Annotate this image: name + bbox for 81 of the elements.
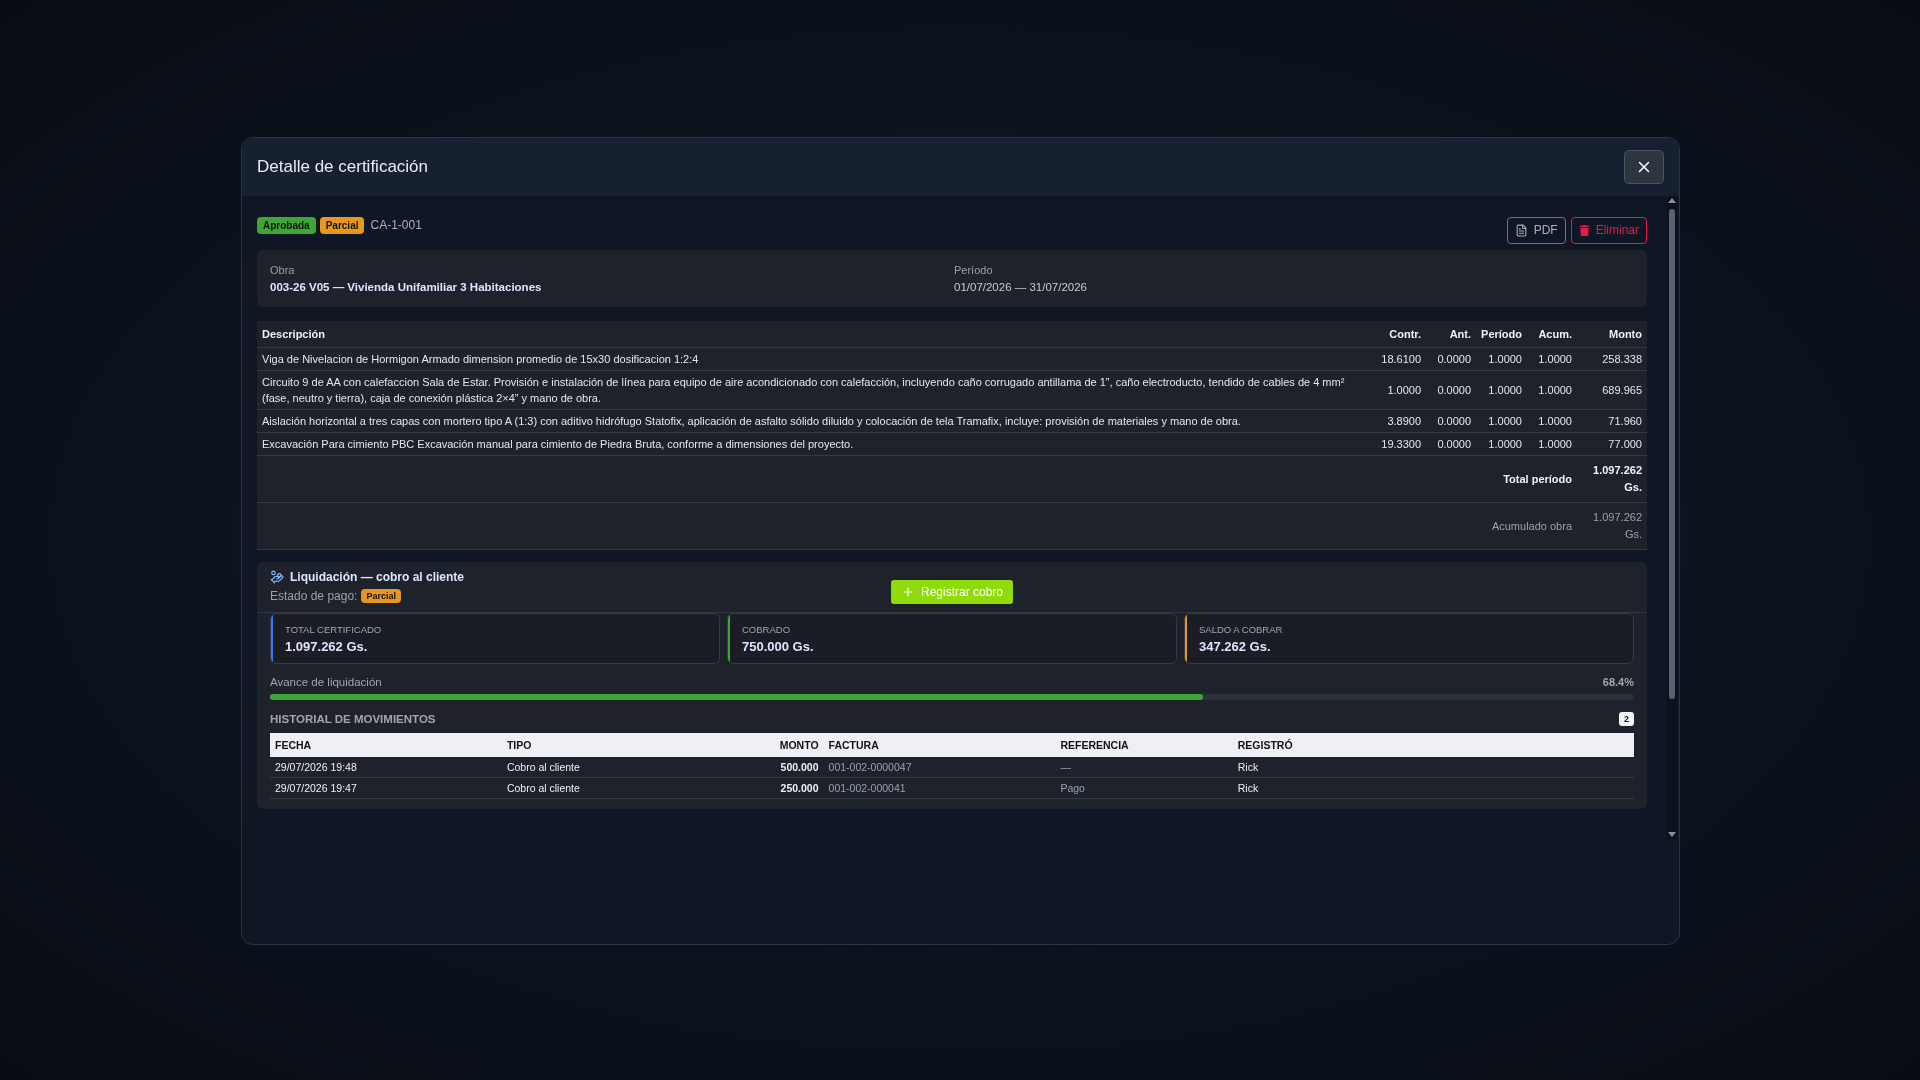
column-header: TIPO [501,733,775,757]
column-header: REGISTRÓ [1232,733,1634,757]
table-cell: 1.0000 [1476,409,1527,433]
table-cell: 1.0000 [1376,370,1427,410]
summary-value: 347.262 Gs. [1199,639,1272,654]
hand-coin-icon [270,569,284,584]
table-cell: 1.0000 [1476,347,1527,371]
table-cell: 0.0000 [1426,347,1477,371]
column-header: Ant. [1426,321,1477,348]
info-value: 003-26 V05 — Vivienda Unifamiliar 3 Habitaciones [270,281,543,293]
summary-label: COBRADO [742,624,792,635]
table-cell: 18.6100 [1376,347,1427,371]
table-cell: Viga de Nivelacion de Hormigon Armado dimension promedio de 15x30 dosificacion 1:2:4 [257,347,1377,371]
table-cell: 1.0000 [1527,409,1577,433]
table-cell: 29/07/2026 19:48 [270,757,502,778]
table-cell: 1.0000 [1527,370,1577,410]
table-cell: Excavación Para cimiento PBC Excavación manual para cimiento de Piedra Bruta, conforme a dimensiones del proyecto. [257,432,1377,456]
total-label: Acumulado obra [257,502,1577,550]
column-header: Acum. [1527,321,1577,348]
table-cell: 0.0000 [1426,432,1477,456]
table-cell: 0.0000 [1426,409,1477,433]
status-badge: Aprobada [257,216,316,234]
info-label: Obra [270,264,296,276]
table-cell: Rick [1232,757,1634,778]
table-cell: 1.0000 [1476,432,1527,456]
table-cell: 689.965 [1577,370,1647,410]
section-title: Liquidación — cobro al cliente [290,569,465,584]
summary-value: 750.000 Gs. [742,639,814,654]
scrollbar[interactable] [1667,196,1677,839]
summary-label: SALDO A COBRAR [1199,624,1283,635]
info-label: Período [954,264,994,276]
column-header: Período [1476,321,1527,348]
table-cell: 71.960 [1577,409,1647,433]
trash-icon [1578,224,1590,236]
certification-code: CA-1-001 [370,218,422,232]
table-cell: Circuito 9 de AA con calefaccion Sala de Estar. Provisión e instalación de línea para equipo de aire acondicionado con calefacción, incluyendo caño corrugado antillama de 1”, caño electroducto, tendido de cables de 4 mm² (fase, neutro y tierra), caja de conexión plástica 2×4” y mano de obra. [257,370,1377,410]
table-cell: 19.3300 [1376,432,1427,456]
table-cell: Pago [1055,777,1233,799]
pdf-button[interactable]: PDF [1506,216,1566,244]
table-cell: 001-002-000041 [823,777,1056,799]
close-button[interactable] [1624,150,1664,184]
summary-label: TOTAL CERTIFICADO [285,624,382,635]
column-header: Contr. [1376,321,1427,348]
table-cell: 77.000 [1577,432,1647,456]
modal-title: Detalle de certificación [257,157,429,177]
table-cell: 29/07/2026 19:47 [270,777,502,799]
total-value: 1.097.262 Gs. [1577,455,1647,503]
table-cell: 0.0000 [1426,370,1477,410]
count-badge: 2 [1619,712,1634,726]
delete-button[interactable]: Eliminar [1570,216,1647,244]
table-cell: 001-002-0000047 [823,757,1056,778]
table-cell: 500.000 [774,757,824,778]
column-header: FECHA [270,733,502,757]
table-cell: 1.0000 [1476,370,1527,410]
column-header: FACTURA [823,733,1056,757]
column-header: Monto [1577,321,1647,348]
table-cell: 250.000 [774,777,824,799]
table-cell: Cobro al cliente [501,757,775,778]
column-header: MONTO [774,733,824,757]
table-cell: Aislación horizontal a tres capas con mortero tipo A (1:3) con aditivo hidrófugo Statofix, aplicación de asfalto sólido diluido y colocación de tela Tramafix, incluye: provisión de materiales y mano de obra. [257,409,1377,433]
document-icon [1514,223,1528,237]
plus-icon [901,585,915,599]
total-value: 1.097.262 Gs. [1577,502,1647,550]
column-header: REFERENCIA [1055,733,1233,757]
status-badge: Parcial [361,588,401,603]
table-cell: 1.0000 [1527,432,1577,456]
table-cell: — [1055,757,1233,778]
history-title: HISTORIAL DE MOVIMIENTOS [270,713,436,725]
table-cell: 3.8900 [1376,409,1427,433]
info-value: 01/07/2026 — 31/07/2026 [954,281,1088,293]
progress-reading: 68.4% [1602,676,1634,688]
status-badge: Parcial [319,216,365,234]
column-header: Descripción [257,321,1377,348]
table-cell: 1.0000 [1527,347,1577,371]
table-cell: 258.338 [1577,347,1647,371]
payment-status-label: Estado de pago: [270,588,358,603]
progress-label: Avance de liquidación [270,676,382,688]
total-label: Total período [257,455,1577,503]
summary-value: 1.097.262 Gs. [285,639,369,654]
table-cell: Cobro al cliente [501,777,775,799]
table-cell: Rick [1232,777,1634,799]
